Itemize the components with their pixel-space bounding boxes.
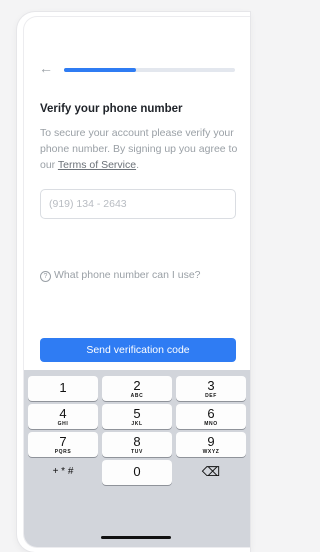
help-link[interactable]: ? What phone number can I use? [40,269,201,282]
top-bar: ← [34,61,240,77]
key-0[interactable]: 0 [102,460,172,485]
question-circle-icon: ? [40,271,51,282]
phone-frame: ← Verify your phone number To secure you… [17,12,250,552]
key-digit: 2 [133,378,141,393]
phone-number-input[interactable] [40,189,236,219]
key-letters: ABC [130,393,144,399]
key-7[interactable]: 7 PQRS [28,432,98,457]
key-digit: 9 [207,434,215,449]
key-letters: WXYZ [202,449,220,455]
key-digit: 6 [207,406,215,421]
key-digit: 4 [59,406,67,421]
help-label: What phone number can I use? [54,269,201,281]
key-digit: 8 [133,434,141,449]
progress-fill [64,68,136,72]
key-letters: TUV [131,449,143,455]
description: To secure your account please verify you… [40,125,240,173]
description-end: . [136,159,140,171]
home-indicator [101,536,171,539]
key-2[interactable]: 2 ABC [102,376,172,401]
key-1[interactable]: 1 [28,376,98,401]
backspace-icon: ⌫ [201,464,221,479]
key-letters: DEF [205,393,217,399]
progress-bar [64,68,235,72]
key-digit: 0 [133,464,141,479]
key-4[interactable]: 4 GHI [28,404,98,429]
key-5[interactable]: 5 JKL [102,404,172,429]
key-letters: PQRS [54,449,72,455]
terms-of-service-link[interactable]: Terms of Service [58,159,136,171]
key-letters: JKL [131,421,143,427]
key-digit: + * # [52,466,74,477]
key-letters: GHI [57,421,69,427]
key-digit: 1 [59,380,67,395]
key-9[interactable]: 9 WXYZ [176,432,246,457]
numeric-keypad: 1 2 ABC 3 DEF 4 GHI 5 JKL 6 MNO 7 PQRS 8 TUV 9 WXYZ + * #… [24,370,250,547]
key-digit: 5 [133,406,141,421]
key-symbols[interactable]: + * # [28,460,98,485]
key-letters: MNO [204,421,218,427]
key-3[interactable]: 3 DEF [176,376,246,401]
back-arrow-icon[interactable]: ← [39,61,53,75]
page-title: Verify your phone number [40,103,183,115]
send-verification-code-button[interactable]: Send verification code [40,338,236,362]
key-digit: 3 [207,378,215,393]
key-digit: 7 [59,434,67,449]
screen: ← Verify your phone number To secure you… [23,16,250,548]
backspace-key[interactable]: ⌫ [176,460,246,485]
key-6[interactable]: 6 MNO [176,404,246,429]
key-8[interactable]: 8 TUV [102,432,172,457]
